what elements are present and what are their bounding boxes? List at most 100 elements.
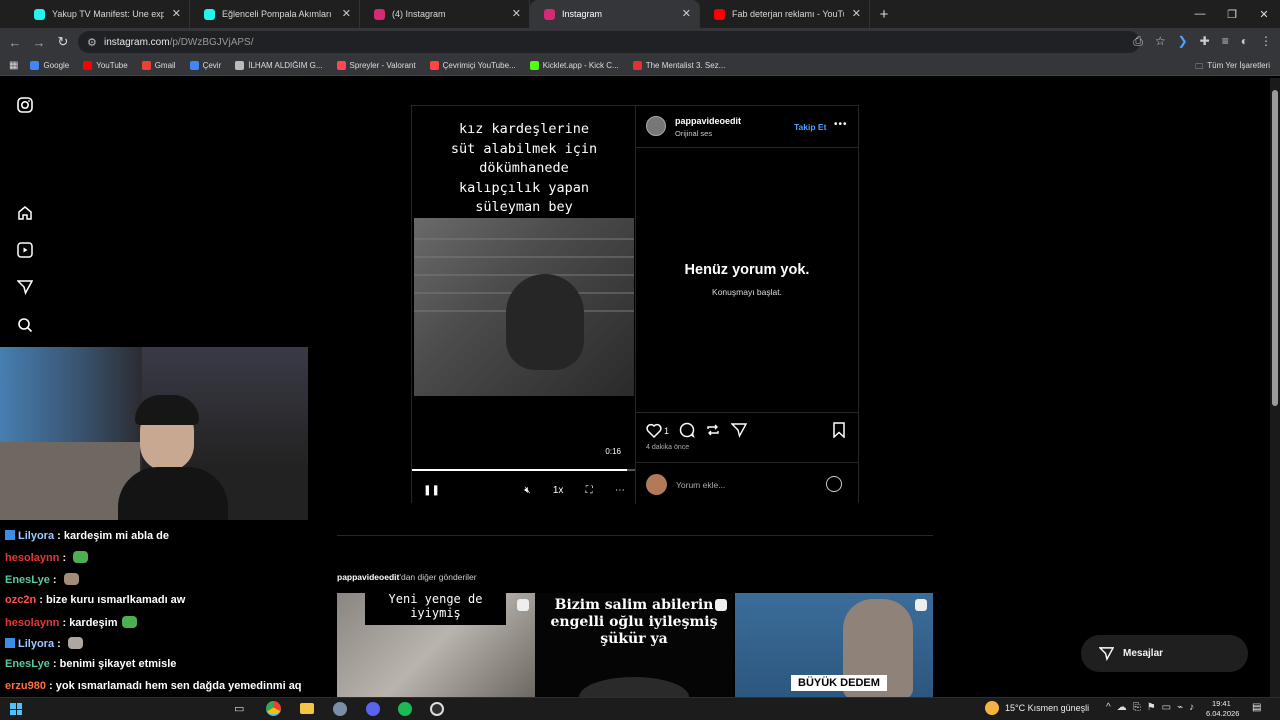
profile-icon[interactable]: ◐ <box>1241 34 1248 49</box>
direct-send-icon[interactable] <box>16 278 33 295</box>
tab-label: Eğlenceli Pompala Akımları ve V… <box>222 9 334 19</box>
tray-icons[interactable]: ^☁⎘⚑▭⌁♪ <box>1106 702 1200 713</box>
forward-icon[interactable]: → <box>27 35 51 50</box>
media-icon[interactable]: ≡ <box>1222 34 1229 49</box>
extension-icon[interactable]: ❯ <box>1178 34 1188 49</box>
all-bookmarks[interactable]: 🗀 Tüm Yer İşaretleri <box>1195 61 1270 75</box>
url-host: instagram.com <box>104 36 170 48</box>
close-window-icon[interactable]: ✕ <box>1248 0 1280 28</box>
bookmark-item[interactable]: Kicklet.app - Kick C... <box>529 61 619 70</box>
clock-time[interactable]: 19:41 <box>1212 699 1231 708</box>
bookmark-item[interactable]: The Mentalist 3. Sez... <box>632 61 725 70</box>
like-count[interactable]: 1 <box>664 426 669 436</box>
muted-icon[interactable]: 🔇︎ <box>524 485 530 496</box>
emoji-icon[interactable] <box>826 476 842 492</box>
bookmark-item[interactable]: Spreyler - Valorant <box>336 61 416 70</box>
bookmark-label: Google <box>43 61 70 70</box>
person-silhouette <box>506 274 584 370</box>
stream-chat-overlay: Lilyora : kardeşim mi abla de hesolaynn :… <box>0 528 336 713</box>
follow-button[interactable]: Takip Et <box>794 122 826 132</box>
repost-icon[interactable] <box>705 422 721 440</box>
menu-icon[interactable]: ⋮ <box>1260 34 1272 49</box>
chat-text: bize kuru ısmarlkamadı aw <box>45 594 186 607</box>
app-taskbar-icon[interactable] <box>333 702 347 716</box>
comment-input[interactable]: Yorum ekle... <box>676 480 725 490</box>
tab-favicon-icon <box>714 9 725 20</box>
bookmark-item[interactable]: Çevrimiçi YouTube... <box>429 61 516 70</box>
chrome-taskbar-icon[interactable] <box>266 701 281 716</box>
caption-line: süleyman bey <box>475 199 573 215</box>
notification-icon[interactable]: ▤ <box>1252 702 1261 713</box>
more-options-icon[interactable]: ••• <box>834 119 848 130</box>
more-posts-user[interactable]: pappavideoedit <box>337 572 399 582</box>
post-actions: 1 <box>646 422 748 440</box>
spotify-taskbar-icon[interactable] <box>398 702 412 716</box>
reel-video[interactable]: kız kardeşlerine süt alabilmek için dökü… <box>412 106 635 504</box>
reels-icon[interactable] <box>16 241 33 258</box>
more-post-thumb[interactable]: BÜYÜK DEDEM <box>735 593 933 697</box>
new-tab-button[interactable]: + <box>870 0 898 28</box>
caption-line: kız kardeşlerine <box>458 121 590 137</box>
video-progress[interactable] <box>412 469 635 471</box>
task-view-icon[interactable]: ▭ <box>234 702 244 715</box>
tab-close-icon[interactable]: ✕ <box>342 7 351 20</box>
tab-close-icon[interactable]: ✕ <box>852 7 861 20</box>
audio-label[interactable]: Orijinal ses <box>675 129 712 138</box>
share-icon[interactable] <box>730 422 748 440</box>
messages-button[interactable]: Mesajlar <box>1081 635 1248 672</box>
bookmark-label: İLHAM ALDIĞIM G... <box>248 61 323 70</box>
bookmark-item[interactable]: Çevir <box>189 61 221 70</box>
install-app-icon[interactable]: ⎙ <box>1133 34 1143 49</box>
username[interactable]: pappavideoedit <box>675 116 741 126</box>
speed-button[interactable]: 1x <box>553 485 564 496</box>
browser-tab[interactable]: Eğlenceli Pompala Akımları ve V… ✕ <box>190 0 360 28</box>
chat-username: Lilyora <box>18 638 55 650</box>
chat-separator: : <box>59 616 70 629</box>
tab-close-icon[interactable]: ✕ <box>172 7 181 20</box>
like-icon[interactable] <box>646 423 662 440</box>
bookmark-item[interactable]: İLHAM ALDIĞIM G... <box>235 61 323 70</box>
fullscreen-icon[interactable]: ⛶ <box>586 485 593 496</box>
sub-badge-icon <box>5 530 15 540</box>
chat-message: hesolaynn : <box>5 551 89 564</box>
reel-icon <box>517 599 529 611</box>
clock-date[interactable]: 6.04.2026 <box>1206 709 1239 718</box>
more-post-thumb[interactable]: Bizim salim abilerin engelli oğlu iyileş… <box>535 593 733 697</box>
bookmark-star-icon[interactable]: ☆ <box>1155 34 1166 49</box>
discord-taskbar-icon[interactable] <box>366 702 380 716</box>
tab-close-icon[interactable]: ✕ <box>512 7 521 20</box>
home-icon[interactable] <box>16 204 33 221</box>
weather-label[interactable]: 15°C Kısmen güneşli <box>1005 703 1089 713</box>
pause-icon[interactable]: ❚❚ <box>423 485 440 496</box>
search-icon[interactable] <box>16 316 33 333</box>
minimize-icon[interactable]: — <box>1184 0 1216 28</box>
back-icon[interactable]: ← <box>3 35 27 50</box>
explorer-taskbar-icon[interactable] <box>300 703 314 714</box>
browser-tab[interactable]: Fab deterjan reklamı - YouTube ✕ <box>700 0 870 28</box>
restore-icon[interactable]: ❐ <box>1216 0 1248 28</box>
bookmark-item[interactable]: Google <box>30 61 69 70</box>
tab-close-icon[interactable]: ✕ <box>682 7 691 20</box>
reload-icon[interactable]: ↻ <box>51 34 75 50</box>
chat-message: Lilyora : <box>5 637 83 650</box>
instagram-logo-icon[interactable] <box>16 96 33 113</box>
captions-off-icon[interactable]: ⋯ <box>615 485 625 496</box>
save-icon[interactable] <box>832 422 846 443</box>
obs-taskbar-icon[interactable] <box>430 702 444 716</box>
browser-tab[interactable]: (4) Instagram ✕ <box>360 0 530 28</box>
bookmark-item[interactable]: YouTube <box>83 61 128 70</box>
bookmark-item[interactable]: Gmail <box>141 61 176 70</box>
site-settings-icon[interactable]: ⚙ <box>87 36 97 49</box>
no-comments-subtitle: Konuşmayı başlat. <box>712 287 782 297</box>
more-post-thumb[interactable]: Yeni yenge de iyiymiş <box>337 593 535 697</box>
page-scrollbar[interactable] <box>1270 78 1280 698</box>
start-icon[interactable] <box>10 703 22 715</box>
chat-separator: : <box>49 573 60 586</box>
extensions-puzzle-icon[interactable]: ✚ <box>1200 34 1210 49</box>
apps-grid-icon[interactable]: ▦ <box>9 60 18 71</box>
avatar[interactable] <box>646 116 666 136</box>
browser-tab[interactable]: Yakup TV Manifest: Une expérie… ✕ <box>20 0 190 28</box>
url-field[interactable]: ⚙ instagram.com/p/DWzBGJVjAPS/ <box>78 31 1140 53</box>
browser-tab[interactable]: Instagram ✕ <box>530 0 700 28</box>
comment-icon[interactable] <box>679 422 695 440</box>
